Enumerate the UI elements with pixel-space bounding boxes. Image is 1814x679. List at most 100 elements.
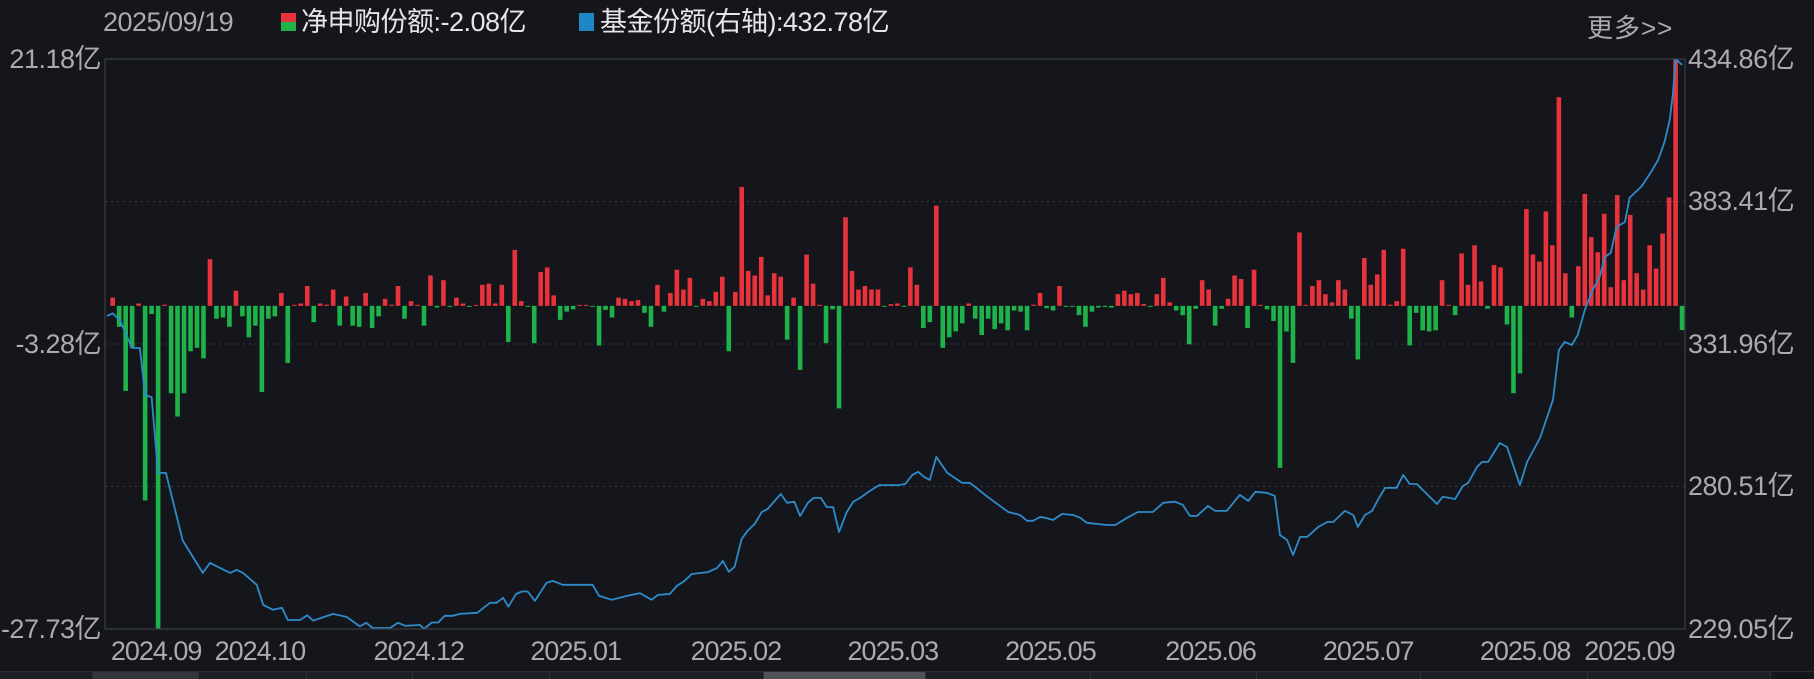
net-purchase-bar-negative (1504, 305, 1510, 325)
net-purchase-bar-positive (324, 304, 330, 306)
net-purchase-bar-negative (1212, 305, 1218, 326)
net-purchase-bar-positive (732, 291, 738, 306)
net-purchase-bar-positive (304, 286, 310, 306)
net-purchase-bar-negative (356, 305, 362, 327)
net-purchase-bar-negative (564, 305, 569, 312)
net-purchase-bar-positive (895, 303, 900, 306)
net-purchase-bar-positive (1342, 289, 1348, 306)
net-purchase-bar-negative (1005, 305, 1010, 331)
net-purchase-bar-positive (1394, 301, 1400, 306)
net-purchase-bar-positive (1576, 266, 1581, 306)
net-purchase-bar-positive (849, 270, 855, 306)
net-purchase-bar-positive (499, 284, 505, 306)
net-purchase-bar-positive (810, 283, 816, 306)
x-axis-tick-label: 2025.07 (1322, 636, 1415, 666)
net-purchase-bar-negative (953, 305, 959, 332)
net-purchase-bar-positive (1115, 294, 1121, 306)
net-purchase-bar-negative (823, 305, 829, 344)
net-purchase-bar-negative (1290, 305, 1296, 363)
net-purchase-bar-negative (784, 305, 790, 340)
net-purchase-bar-negative (946, 305, 952, 338)
net-purchase-bar-negative (369, 305, 375, 328)
x-axis-tick-label: 2024.10 (214, 636, 307, 666)
net-purchase-bar-positive (668, 293, 673, 306)
net-purchase-bar-positive (454, 297, 459, 306)
net-purchase-bar-positive (1122, 290, 1127, 306)
net-purchase-bar-positive (1627, 214, 1633, 306)
net-purchase-bar-positive (1634, 273, 1639, 306)
net-purchase-bar-negative (175, 305, 180, 417)
net-purchase-bar-negative (311, 305, 317, 323)
net-purchase-bar-negative (1044, 305, 1049, 309)
net-purchase-bar-positive (914, 284, 920, 306)
net-purchase-bar-positive (1135, 293, 1140, 306)
net-purchase-bar-positive (480, 284, 485, 306)
x-axis-tick-label: 2025.05 (1005, 636, 1097, 666)
net-purchase-bar-positive (765, 295, 770, 306)
net-purchase-bar-negative (590, 305, 595, 307)
net-purchase-bar-negative (149, 305, 154, 314)
net-purchase-bar-positive (655, 284, 660, 306)
net-purchase-bar-positive (1160, 277, 1166, 306)
net-purchase-bar-negative (972, 305, 978, 319)
net-purchase-bar-negative (642, 305, 647, 313)
net-purchase-bar-positive (719, 276, 725, 306)
net-purchase-bar-negative (1355, 305, 1361, 360)
net-purchase-bar-positive (279, 293, 284, 306)
net-purchase-bar-negative (1219, 305, 1224, 309)
net-purchase-bar-positive (317, 303, 323, 306)
net-purchase-bar-positive (966, 303, 972, 306)
net-purchase-bar-negative (1264, 305, 1270, 310)
x-axis-tick-label: 2025.03 (847, 636, 940, 666)
net-purchase-bar-positive (415, 304, 420, 306)
net-purchase-bar-negative (1277, 305, 1283, 468)
net-purchase-bar-negative (142, 305, 148, 501)
net-purchase-bar-negative (525, 305, 531, 307)
net-purchase-bar-negative (882, 305, 887, 307)
x-axis-tick-label: 2025.02 (690, 636, 783, 666)
net-purchase-bar-negative (1024, 305, 1030, 331)
grid-lines (105, 200, 1685, 487)
net-purchase-bar-negative (220, 305, 226, 318)
net-purchase-bar-positive (1491, 265, 1497, 306)
net-purchase-bar-positive (1537, 261, 1542, 306)
net-purchase-bar-negative (959, 305, 965, 324)
net-purchase-bar-positive (791, 297, 796, 306)
net-purchase-bar-positive (1258, 304, 1263, 306)
net-purchase-bar-positive (1336, 280, 1341, 306)
net-purchase-bar-negative (1076, 305, 1082, 316)
x-axis-tick-label: 2024.09 (110, 636, 203, 666)
plot-border (104, 58, 1686, 630)
net-purchase-bar-positive (1310, 286, 1315, 306)
net-purchase-bar-positive (622, 298, 628, 306)
net-purchase-bar-negative (1517, 305, 1523, 374)
net-purchase-bar-positive (1673, 59, 1678, 306)
net-purchase-bar-negative (1050, 305, 1056, 311)
net-purchase-bar-positive (1543, 211, 1549, 306)
net-purchase-bar-positive (1666, 197, 1672, 306)
net-purchase-bar-negative (188, 305, 193, 352)
net-purchase-bar-positive (843, 217, 848, 306)
net-purchase-bar-negative (596, 305, 602, 346)
net-purchase-bar-positive (713, 291, 719, 306)
net-purchase-bar-positive (551, 295, 556, 306)
net-purchase-bar-positive (583, 304, 589, 306)
net-purchase-bar-positive (1524, 209, 1529, 306)
net-purchase-bar-positive (1329, 302, 1335, 306)
net-purchase-bar-negative (1413, 305, 1419, 313)
net-purchase-bar-negative (1407, 305, 1412, 346)
net-purchase-bar-positive (1225, 298, 1231, 306)
net-purchase-bar-positive (1238, 279, 1244, 306)
net-purchase-bar-negative (1186, 305, 1192, 345)
net-purchase-bar-positive (856, 289, 861, 306)
net-purchase-bar-negative (797, 305, 803, 370)
net-purchase-bar-positive (771, 273, 777, 306)
chart-plot-area[interactable] (0, 0, 1814, 678)
net-purchase-bar-positive (1199, 280, 1205, 306)
net-purchase-bar-positive (1297, 232, 1302, 306)
net-purchase-bar-positive (1550, 245, 1555, 306)
net-purchase-bar-positive (363, 293, 368, 306)
net-purchase-bar-positive (1530, 254, 1536, 306)
net-purchase-bar-positive (1031, 304, 1036, 306)
net-purchase-bar-negative (246, 305, 252, 338)
